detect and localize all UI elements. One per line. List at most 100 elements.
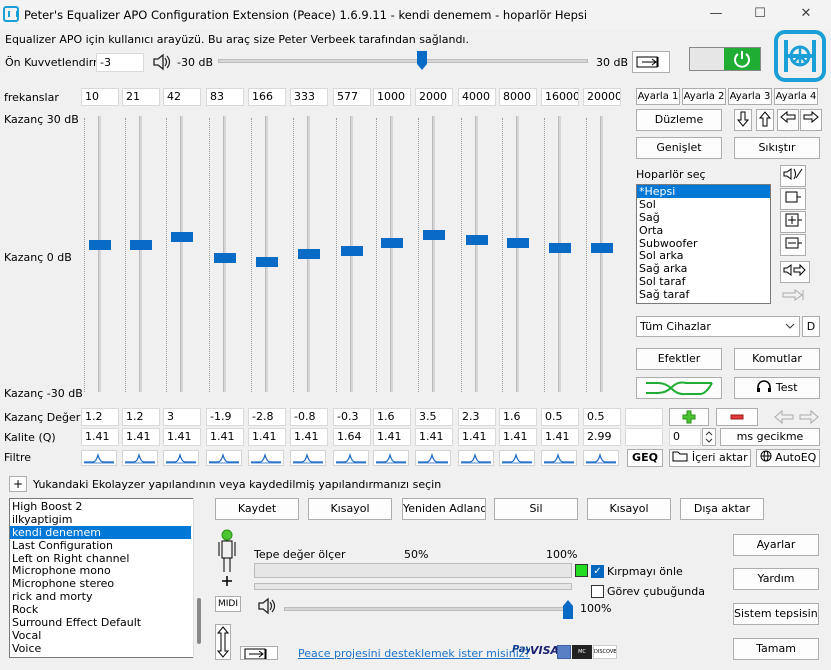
device-d-button[interactable]: D [802, 316, 820, 337]
quality-input[interactable]: 1.64 [333, 428, 371, 446]
minimize-button[interactable]: — [706, 6, 726, 24]
frequency-input[interactable]: 333 [290, 88, 328, 106]
preset-list-item[interactable]: Rock [10, 603, 191, 616]
volume-icon[interactable] [256, 596, 276, 616]
settings-button[interactable]: Ayarlar [733, 534, 819, 556]
speaker-list-item[interactable]: Sağ taraf [637, 288, 770, 301]
person-icon[interactable] [215, 528, 239, 588]
filter-peak-icon[interactable] [373, 450, 409, 466]
gain-value-input[interactable]: -2.8 [248, 408, 286, 426]
gain-slider-track[interactable] [475, 116, 478, 392]
speaker-add-icon[interactable] [780, 211, 806, 233]
autoeq-button[interactable]: AutoEQ [756, 449, 820, 467]
volume-slider-thumb[interactable] [563, 599, 573, 619]
export-button[interactable]: Dışa aktar [680, 498, 764, 520]
gain-value-input[interactable]: 3.5 [415, 408, 453, 426]
compress-button[interactable]: Sıkıştır [734, 137, 820, 159]
preset-list-item[interactable]: Left on Right channel [10, 552, 191, 565]
quality-input[interactable]: 1.41 [122, 428, 160, 446]
gain-value-input[interactable]: 1.2 [81, 408, 119, 426]
quality-input[interactable]: 1.41 [458, 428, 496, 446]
save-button[interactable]: Kaydet [215, 498, 299, 520]
speaker-remove-icon[interactable] [780, 234, 806, 256]
preset-list-item[interactable]: Voice [10, 642, 191, 655]
quality-extra[interactable] [625, 428, 663, 446]
gain-value-extra[interactable] [625, 408, 663, 426]
filter-peak-icon[interactable] [458, 450, 494, 466]
support-link[interactable]: Peace projesini desteklemek ister misini… [298, 647, 530, 660]
import-button[interactable]: İçeri aktar [669, 449, 751, 467]
frequency-input[interactable]: 10 [81, 88, 119, 106]
frequency-input[interactable]: 42 [163, 88, 201, 106]
gain-value-input[interactable]: 1.2 [122, 408, 160, 426]
preset-list-item[interactable]: ilkyaptigim [10, 513, 191, 526]
expand-presets-toggle[interactable]: + [9, 476, 27, 492]
gain-slider-track[interactable] [139, 116, 142, 392]
quality-input[interactable]: 1.41 [499, 428, 537, 446]
gain-value-input[interactable]: 0.5 [583, 408, 621, 426]
gain-slider-track[interactable] [180, 116, 183, 392]
frequency-input[interactable]: 20000 [583, 88, 621, 106]
gain-slider-thumb[interactable] [591, 243, 613, 253]
speaker-list-item[interactable]: Orta [637, 224, 770, 237]
gain-value-input[interactable]: -0.8 [290, 408, 328, 426]
gain-value-input[interactable]: -1.9 [206, 408, 244, 426]
quality-input[interactable]: 1.41 [81, 428, 119, 446]
delay-spinner[interactable] [702, 428, 716, 446]
filter-peak-icon[interactable] [415, 450, 451, 466]
quality-input[interactable]: 1.41 [206, 428, 244, 446]
arrow-left-icon[interactable] [777, 109, 799, 131]
quality-input[interactable]: 1.41 [541, 428, 579, 446]
settings-preset-2-button[interactable]: Ayarla 2 [682, 88, 726, 105]
delay-input[interactable]: 0 [669, 428, 701, 446]
preset-list-item[interactable]: Microphone stereo [10, 577, 191, 590]
frequency-input[interactable]: 21 [122, 88, 160, 106]
frequency-input[interactable]: 2000 [415, 88, 453, 106]
settings-preset-1-button[interactable]: Ayarla 1 [636, 88, 680, 105]
arrow-right-icon[interactable] [800, 109, 822, 131]
preset-list-item[interactable]: Vocal [10, 629, 191, 642]
quality-input[interactable]: 2.99 [583, 428, 621, 446]
frequency-input[interactable]: 8000 [499, 88, 537, 106]
gain-slider-thumb[interactable] [256, 257, 278, 267]
done-button[interactable]: Tamam [733, 638, 819, 660]
gain-slider-track[interactable] [390, 116, 393, 392]
speaker-list-item[interactable]: Sol [637, 198, 770, 211]
gain-slider-track[interactable] [98, 116, 101, 392]
gain-value-input[interactable]: 1.6 [373, 408, 411, 426]
preset-list-item[interactable]: High Boost 2 [10, 500, 191, 513]
speaker-icon[interactable] [151, 52, 171, 72]
quality-input[interactable]: 1.41 [415, 428, 453, 446]
filter-peak-icon[interactable] [333, 450, 369, 466]
gain-slider-thumb[interactable] [298, 249, 320, 259]
effects-button[interactable]: Efektler [636, 348, 722, 370]
speaker-mute-icon[interactable] [780, 165, 806, 187]
speaker-list-item[interactable]: Sağ arka [637, 262, 770, 275]
gain-slider-thumb[interactable] [341, 246, 363, 256]
maximize-button[interactable]: ☐ [750, 6, 770, 24]
gain-value-input[interactable]: 0.5 [541, 408, 579, 426]
curve-view-button[interactable] [636, 377, 722, 399]
close-button[interactable]: ✕ [796, 6, 816, 24]
vertical-resize-icon[interactable] [215, 624, 231, 660]
midi-button[interactable]: MIDI [215, 596, 241, 612]
gain-slider-thumb[interactable] [130, 240, 152, 250]
gain-value-input[interactable]: -0.3 [333, 408, 371, 426]
gain-value-input[interactable]: 3 [163, 408, 201, 426]
preset-list-item[interactable]: Microphone mono [10, 564, 191, 578]
gain-slider-track[interactable] [516, 116, 519, 392]
preset-list-item[interactable]: Surround Effect Default [10, 616, 191, 629]
preset-list-item[interactable]: rick and morty [10, 590, 191, 603]
preamp-slider-thumb[interactable] [417, 51, 427, 71]
clip-prevent-checkbox[interactable]: ✓ [591, 565, 604, 578]
shortcut2-button[interactable]: Kısayol [587, 498, 671, 520]
gain-slider-thumb[interactable] [381, 238, 403, 248]
help-button[interactable]: Yardım [733, 568, 819, 590]
quality-input[interactable]: 1.41 [290, 428, 328, 446]
speaker-square-icon[interactable] [780, 188, 806, 210]
gain-slider-track[interactable] [558, 116, 561, 392]
preamp-input[interactable]: -3 [96, 53, 144, 72]
frequency-input[interactable]: 1000 [373, 88, 411, 106]
quality-input[interactable]: 1.41 [248, 428, 286, 446]
gain-slider-thumb[interactable] [171, 232, 193, 242]
